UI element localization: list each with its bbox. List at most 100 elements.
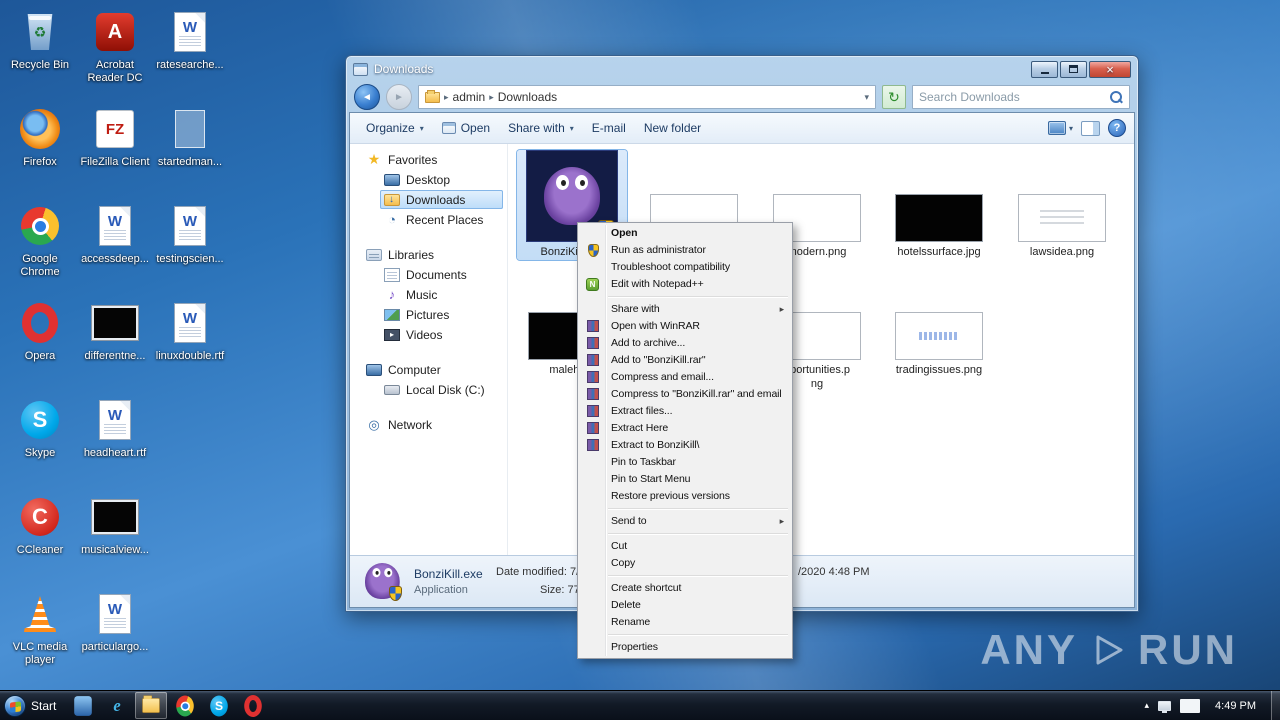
context-menu-item[interactable]: Copy [580,555,790,572]
sidebar-item-label: Computer [388,362,441,377]
toolbar-button[interactable]: Share with [500,117,582,139]
desktop-shortcut[interactable]: headheart.rtf [79,394,151,491]
context-menu-item[interactable]: Open [580,225,790,242]
sidebar-item[interactable]: Desktop [380,170,503,189]
network-tray-icon[interactable] [1158,700,1172,713]
context-menu-item[interactable]: Compress and email... [580,369,790,386]
desktop-shortcut[interactable]: particulargo... [79,588,151,685]
file-item[interactable]: hotelssurface.jpg [884,150,994,260]
desktop-shortcut[interactable]: testingscien... [154,200,226,297]
sidebar-item[interactable]: Computer [362,360,503,379]
taskbar-app-button[interactable] [169,692,201,719]
desktop-shortcut[interactable]: Acrobat Reader DC [79,6,151,103]
desktop-shortcut[interactable]: ratesearche... [154,6,226,103]
anyrun-watermark: ANY RUN [980,626,1238,674]
sidebar-item[interactable]: Local Disk (C:) [380,380,503,399]
toolbar-button[interactable]: New folder [636,117,709,139]
taskbar-clock[interactable]: 4:49 PM [1209,700,1262,712]
context-menu-item[interactable]: Restore previous versions [580,488,790,505]
taskbar-app-button[interactable] [67,692,99,719]
minimize-button[interactable] [1031,60,1058,78]
context-menu-item[interactable]: Properties [580,639,790,656]
context-menu-item[interactable]: Share with [580,301,790,318]
title-bar[interactable]: Downloads × [349,56,1135,82]
preview-pane-button[interactable] [1081,120,1100,136]
taskbar-app-button[interactable] [135,692,168,719]
taskbar-app-button[interactable] [203,692,235,719]
desktop-shortcut[interactable]: musicalview... [79,491,151,588]
context-menu-item[interactable]: Open with WinRAR [580,318,790,335]
search-input[interactable] [913,90,1109,104]
sidebar-item[interactable]: Videos [380,325,503,344]
sidebar-item[interactable]: Favorites [362,150,503,169]
details-size: Size: 77 [540,584,580,596]
sidebar-item[interactable]: Network [362,415,503,434]
context-menu-item[interactable]: Add to "BonziKill.rar" [580,352,790,369]
desktop-shortcut[interactable]: Google Chrome [4,200,76,297]
taskbar-app-button[interactable] [237,692,269,719]
context-menu-item[interactable]: Create shortcut [580,580,790,597]
chevron-right-icon: ▸ [489,91,494,102]
sidebar-item[interactable]: Libraries [362,245,503,264]
sidebar-item[interactable]: Documents [380,265,503,284]
breadcrumb-folder[interactable]: Downloads [498,90,557,104]
context-menu-item[interactable]: Extract to BonziKill\ [580,437,790,454]
context-menu-item[interactable]: Add to archive... [580,335,790,352]
back-button[interactable]: ◄ [354,84,380,110]
desktop-shortcut-label: ratesearche... [156,59,224,71]
winrar-icon [587,371,599,383]
desktop-shortcut[interactable]: FileZilla Client [79,103,151,200]
bonzi-gorilla-icon [544,167,600,225]
winrar-icon [587,405,599,417]
context-menu-item[interactable]: Pin to Start Menu [580,471,790,488]
toolbar-button[interactable]: E-mail [584,117,634,139]
show-desktop-button[interactable] [1271,691,1280,720]
desktop-shortcut[interactable]: accessdeep... [79,200,151,297]
toolbar-button[interactable]: Organize [358,117,432,139]
desktop-shortcut[interactable]: CCleaner [4,491,76,588]
context-menu-item[interactable]: Rename [580,614,790,631]
desktop-shortcut[interactable]: differentne... [79,297,151,394]
sidebar-item[interactable]: Recent Places [380,210,503,229]
help-button[interactable]: ? [1108,119,1126,137]
context-menu-item[interactable]: Extract Here [580,420,790,437]
desktop-shortcut[interactable]: Recycle Bin [4,6,76,103]
tray-expand-icon[interactable]: ▴ [1145,700,1150,711]
context-menu-item[interactable]: Send to [580,513,790,530]
context-menu-item[interactable]: Compress to "BonziKill.rar" and email [580,386,790,403]
context-menu-item[interactable]: Troubleshoot compatibility [580,259,790,276]
taskbar-app-button[interactable] [101,692,133,719]
breadcrumb[interactable]: ▸ admin ▸ Downloads ▾ [418,85,876,109]
videos-icon [384,328,400,341]
context-menu-item[interactable]: Run as administrator [580,242,790,259]
file-item[interactable]: tradingissues.png [884,268,994,378]
desktop-shortcut[interactable]: startedman... [154,103,226,200]
desktop-shortcut[interactable]: linuxdouble.rtf [154,297,226,394]
change-view-button[interactable]: ▾ [1047,121,1073,135]
context-menu-item[interactable]: Edit with Notepad++ [580,276,790,293]
file-name: tradingissues.png [895,364,983,376]
desktop-shortcut[interactable]: Opera [4,297,76,394]
desktop-shortcut[interactable]: Skype [4,394,76,491]
forward-button[interactable]: ► [386,84,412,110]
toolbar-button[interactable]: Open [434,117,498,139]
start-button[interactable]: Start [0,691,66,720]
context-menu-item[interactable]: Pin to Taskbar [580,454,790,471]
maximize-button[interactable] [1060,60,1087,78]
desktop-shortcut-label: testingscien... [156,253,224,265]
sidebar-item[interactable]: Downloads [380,190,503,209]
file-item[interactable]: lawsidea.png [1007,150,1117,260]
uac-shield-icon [389,585,402,601]
context-menu-item[interactable]: Delete [580,597,790,614]
language-indicator[interactable] [1180,698,1201,713]
context-menu-item[interactable]: Cut [580,538,790,555]
context-menu-item[interactable]: Extract files... [580,403,790,420]
sidebar-item[interactable]: Music [380,285,503,304]
desktop-shortcut[interactable]: VLC media player [4,588,76,685]
sidebar-item[interactable]: Pictures [380,305,503,324]
close-button[interactable]: × [1089,60,1131,78]
desktop-shortcut[interactable]: Firefox [4,103,76,200]
address-dropdown-icon[interactable]: ▾ [864,92,869,103]
refresh-button[interactable]: ↻ [882,85,906,109]
breadcrumb-user[interactable]: admin [453,90,486,104]
